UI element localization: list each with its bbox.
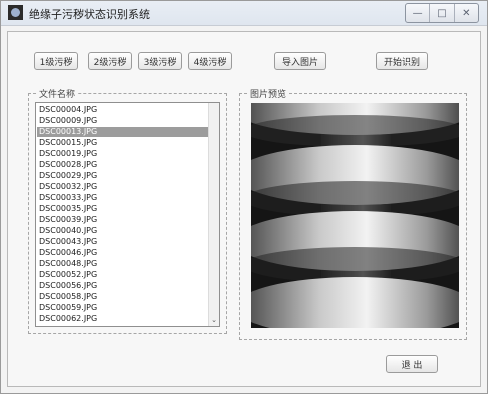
file-list-item[interactable]: DSC00043.JPG xyxy=(37,237,210,247)
import-image-button[interactable]: 导入图片 xyxy=(274,52,326,70)
file-list-item[interactable]: DSC00013.JPG xyxy=(37,127,210,137)
insulator-photo xyxy=(251,103,459,328)
file-list-item[interactable]: DSC00052.JPG xyxy=(37,270,210,280)
file-list-item[interactable]: DSC00040.JPG xyxy=(37,226,210,236)
file-list-item[interactable]: DSC00015.JPG xyxy=(37,138,210,148)
list-scrollbar[interactable]: ⌄ xyxy=(208,103,219,326)
start-recognition-button[interactable]: 开始识别 xyxy=(376,52,428,70)
file-list-item[interactable]: DSC00056.JPG xyxy=(37,281,210,291)
level-2-pollution-button[interactable]: 2级污秽 xyxy=(88,52,132,70)
minimize-icon: — xyxy=(412,7,423,19)
file-list-item[interactable]: DSC00062.JPG xyxy=(37,314,210,324)
file-list-item[interactable]: DSC00035.JPG xyxy=(37,204,210,214)
file-list-item[interactable]: DSC00019.JPG xyxy=(37,149,210,159)
maximize-icon: □ xyxy=(437,7,447,19)
scroll-down-icon[interactable]: ⌄ xyxy=(210,316,218,324)
file-list-item[interactable]: DSC00046.JPG xyxy=(37,248,210,258)
file-list-item[interactable]: DSC00028.JPG xyxy=(37,160,210,170)
title-bar[interactable]: 绝缘子污秽状态识别系统 — □ ✕ xyxy=(1,1,487,26)
file-list-item[interactable]: DSC00059.JPG xyxy=(37,303,210,313)
file-list-item[interactable]: DSC00033.JPG xyxy=(37,193,210,203)
window-title: 绝缘子污秽状态识别系统 xyxy=(29,8,150,21)
level-1-pollution-button[interactable]: 1级污秽 xyxy=(34,52,78,70)
app-window: 绝缘子污秽状态识别系统 — □ ✕ 1级污秽 2级污秽 3级污秽 4级污秽 导入… xyxy=(0,0,488,394)
file-list-item[interactable]: DSC00029.JPG xyxy=(37,171,210,181)
app-icon xyxy=(8,5,23,20)
image-preview xyxy=(251,103,459,328)
exit-button[interactable]: 退 出 xyxy=(386,355,438,373)
maximize-button[interactable]: □ xyxy=(430,4,455,22)
level-4-pollution-button[interactable]: 4级污秽 xyxy=(188,52,232,70)
image-preview-label: 图片预览 xyxy=(248,87,289,100)
window-controls: — □ ✕ xyxy=(405,3,479,23)
file-listbox[interactable]: DSC00004.JPG DSC00009.JPG DSC00013.JPG DSC0… xyxy=(35,102,220,327)
close-button[interactable]: ✕ xyxy=(455,4,478,22)
close-icon: ✕ xyxy=(462,7,471,19)
file-list-item[interactable]: DSC00048.JPG xyxy=(37,259,210,269)
file-list-item[interactable]: DSC00004.JPG xyxy=(37,105,210,115)
minimize-button[interactable]: — xyxy=(406,4,431,22)
file-list-item[interactable]: DSC00039.JPG xyxy=(37,215,210,225)
level-3-pollution-button[interactable]: 3级污秽 xyxy=(138,52,182,70)
file-list-item[interactable]: DSC00032.JPG xyxy=(37,182,210,192)
file-list-label: 文件名称 xyxy=(37,87,78,100)
file-list-item[interactable]: DSC00058.JPG xyxy=(37,292,210,302)
file-list-item[interactable]: DSC00009.JPG xyxy=(37,116,210,126)
